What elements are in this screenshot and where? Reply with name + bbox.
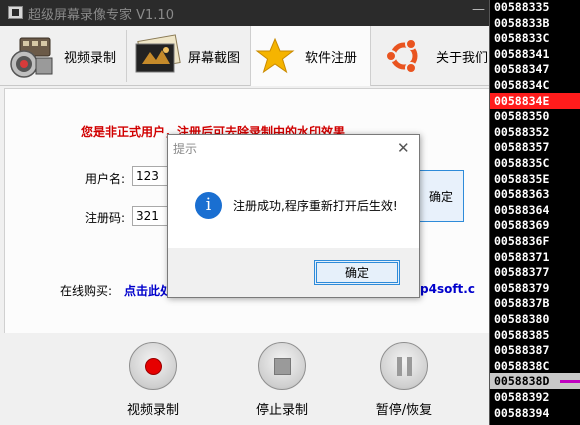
minimize-button[interactable]: —: [472, 2, 485, 17]
title-bar: 超级屏幕录像专家 V1.10 —: [0, 0, 489, 26]
toolbar: 视频录制 屏幕截图 软件注册 关于我们: [0, 26, 489, 86]
record-controls: 视频录制 停止录制 暂停/恢复: [0, 333, 489, 425]
tab-video-record-label: 视频录制: [64, 50, 117, 66]
dialog-body: i 注册成功,程序重新打开后生效!: [168, 161, 419, 248]
address-row[interactable]: 0058833C: [490, 30, 580, 46]
address-row[interactable]: 0058837B: [490, 295, 580, 311]
reg-code-label: 注册码:: [85, 211, 126, 225]
stop-button[interactable]: 停止录制: [237, 333, 327, 425]
stop-label: 停止录制: [255, 403, 308, 418]
pause-icon: [380, 342, 428, 390]
info-icon: i: [195, 192, 222, 219]
buy-online-link[interactable]: 点击此处: [124, 282, 172, 299]
dialog-message: 注册成功,程序重新打开后生效!: [233, 199, 398, 213]
buy-online-url[interactable]: p4soft.c: [420, 282, 489, 296]
address-row[interactable]: 0058836F: [490, 233, 580, 249]
address-row[interactable]: 00588335: [490, 0, 580, 15]
window-title: 超级屏幕录像专家 V1.10: [28, 8, 174, 23]
address-row[interactable]: 00588394: [490, 405, 580, 421]
ubuntu-logo-icon: [385, 38, 418, 74]
address-row[interactable]: 00588363: [490, 186, 580, 202]
address-row[interactable]: 0058835C: [490, 155, 580, 171]
username-input[interactable]: [132, 166, 172, 186]
address-row[interactable]: 00588380: [490, 311, 580, 327]
dialog-footer: 确定: [168, 248, 419, 297]
photo-icon: [135, 34, 181, 73]
address-row[interactable]: 00588387: [490, 342, 580, 358]
pause-resume-label: 暂停/恢复: [375, 403, 433, 418]
dialog-ok-button[interactable]: 确定: [314, 260, 400, 285]
address-row[interactable]: 0058834C: [490, 77, 580, 93]
address-row[interactable]: 00588352: [490, 124, 580, 140]
address-row[interactable]: 0058835E: [490, 171, 580, 187]
address-row[interactable]: 00588347: [490, 61, 580, 77]
tab-video-record[interactable]: 视频录制: [6, 26, 124, 86]
address-row[interactable]: 00588341: [490, 46, 580, 62]
record-button[interactable]: 视频录制: [108, 333, 198, 425]
address-row[interactable]: 0058834E: [490, 92, 580, 109]
address-row[interactable]: 00588369: [490, 217, 580, 233]
toolbar-divider: [126, 30, 127, 82]
tab-about-label: 关于我们: [436, 50, 489, 66]
tab-register[interactable]: 软件注册: [250, 26, 371, 86]
app-icon: [8, 6, 23, 19]
tab-screenshot-label: 屏幕截图: [188, 50, 241, 66]
address-row[interactable]: 00588377: [490, 264, 580, 280]
address-row[interactable]: 00588385: [490, 327, 580, 343]
register-confirm-button[interactable]: 确定: [418, 170, 464, 222]
address-row[interactable]: 00588364: [490, 202, 580, 218]
username-label: 用户名:: [85, 172, 126, 186]
stop-icon: [258, 342, 306, 390]
record-icon: [129, 342, 177, 390]
camera-film-icon: [10, 37, 53, 78]
address-list[interactable]: 00588335 0058833B 0058833C 00588341 00588347…: [489, 0, 580, 425]
address-row[interactable]: 00588357: [490, 139, 580, 155]
tab-screenshot[interactable]: 屏幕截图: [132, 26, 246, 86]
pause-resume-button[interactable]: 暂停/恢复: [359, 333, 449, 425]
address-row[interactable]: 00588379: [490, 280, 580, 296]
tab-about[interactable]: 关于我们: [380, 26, 489, 86]
address-row[interactable]: 0058838D: [490, 373, 580, 390]
main-window: 超级屏幕录像专家 V1.10 — 视频录制 屏幕截图 软件注册 关于我们 您是非…: [0, 0, 489, 425]
address-row[interactable]: 0058833B: [490, 15, 580, 31]
dialog-title-bar: 提示 ✕: [168, 135, 419, 161]
address-row[interactable]: 00588350: [490, 108, 580, 124]
reg-code-input[interactable]: [132, 206, 172, 226]
buy-online-label: 在线购买:: [60, 284, 113, 298]
address-row[interactable]: 0058838C: [490, 358, 580, 374]
close-icon[interactable]: ✕: [397, 139, 410, 157]
star-icon: [255, 37, 295, 74]
tab-register-label: 软件注册: [305, 50, 358, 66]
record-label: 视频录制: [126, 403, 179, 418]
address-row[interactable]: 00588392: [490, 389, 580, 405]
message-dialog: 提示 ✕ i 注册成功,程序重新打开后生效! 确定: [167, 134, 420, 298]
dialog-title: 提示: [173, 142, 198, 156]
address-row[interactable]: 00588371: [490, 249, 580, 265]
